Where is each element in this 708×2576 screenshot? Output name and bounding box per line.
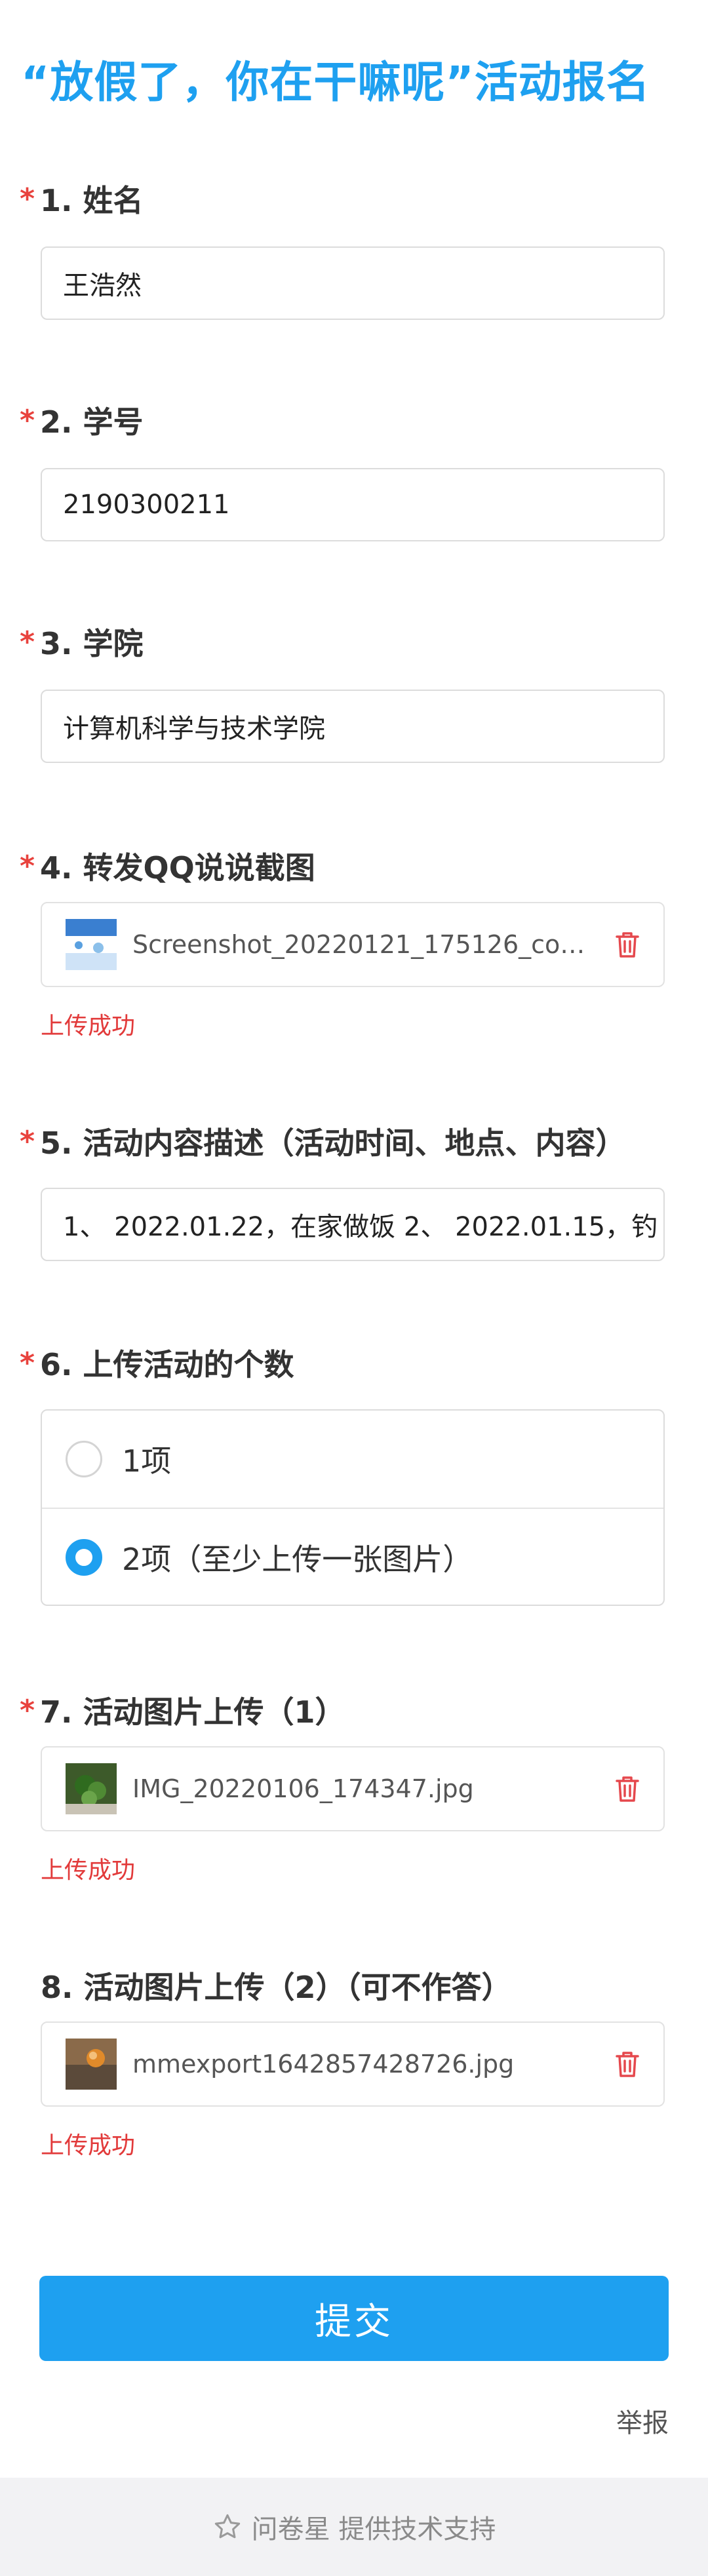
upload-status: 上传成功 (41, 1013, 136, 1040)
question-label-student-id: * 2. 学号 (20, 404, 144, 440)
uploaded-file-image-2[interactable]: mmexport1642857428726.jpg (41, 2021, 665, 2107)
trash-icon[interactable] (611, 930, 644, 959)
star-outline-icon (214, 2514, 240, 2539)
footer: 问卷星 提供技术支持 (0, 2478, 708, 2576)
question-label-name: * 1. 姓名 (20, 182, 144, 218)
required-mark: * (20, 849, 35, 883)
required-mark: * (20, 404, 35, 437)
question-label-image-2: 8. 活动图片上传（2）（可不作答） (41, 1970, 512, 2005)
uploaded-file-image-1[interactable]: IMG_20220106_174347.jpg (41, 1746, 665, 1831)
file-thumbnail (66, 1763, 117, 1814)
radio-option-1[interactable]: 1项 (42, 1411, 663, 1508)
activity-description-input[interactable]: 1、 2022.01.22，在家做饭 2、 2022.01.15，钓 (41, 1188, 665, 1261)
upload-status: 上传成功 (41, 2132, 136, 2159)
radio-option-label: 2项（至少上传一张图片） (122, 1542, 473, 1577)
question-label-image-1: * 7. 活动图片上传（1） (20, 1694, 345, 1730)
radio-unchecked-icon[interactable] (66, 1441, 102, 1477)
question-label-college: * 3. 学院 (20, 625, 144, 661)
radio-option-label: 1项 (122, 1443, 172, 1479)
upload-status: 上传成功 (41, 1857, 136, 1884)
activity-count-radio-group: 1项 2项（至少上传一张图片） (41, 1409, 665, 1606)
file-name: IMG_20220106_174347.jpg (132, 1774, 474, 1803)
file-name: Screenshot_20220121_175126_com.te… (132, 930, 598, 959)
required-mark: * (20, 1125, 35, 1158)
submit-button[interactable]: 提交 (39, 2276, 669, 2361)
question-label-activity-description: * 5. 活动内容描述（活动时间、地点、内容） (20, 1125, 626, 1161)
question-label-activity-count: * 6. 上传活动的个数 (20, 1346, 294, 1382)
college-input[interactable]: 计算机科学与技术学院 (41, 690, 665, 763)
radio-option-2[interactable]: 2项（至少上传一张图片） (42, 1508, 663, 1606)
required-mark: * (20, 182, 35, 216)
uploaded-file-screenshot[interactable]: Screenshot_20220121_175126_com.te… (41, 902, 665, 987)
file-name: mmexport1642857428726.jpg (132, 2050, 515, 2078)
radio-checked-icon[interactable] (66, 1539, 102, 1576)
file-thumbnail (66, 2039, 117, 2090)
trash-icon[interactable] (611, 2050, 644, 2078)
form-title: “放假了，你在干嘛呢”活动报名 (21, 57, 650, 107)
footer-text: 问卷星 提供技术支持 (251, 2514, 496, 2545)
file-thumbnail (66, 919, 117, 970)
trash-icon[interactable] (611, 1774, 644, 1803)
question-label-screenshot: * 4. 转发QQ说说截图 (20, 849, 315, 886)
required-mark: * (20, 625, 35, 659)
report-link[interactable]: 举报 (616, 2402, 669, 2440)
required-mark: * (20, 1346, 35, 1380)
name-input[interactable]: 王浩然 (41, 246, 665, 320)
required-mark: * (20, 1694, 35, 1727)
student-id-input[interactable]: 2190300211 (41, 468, 665, 541)
